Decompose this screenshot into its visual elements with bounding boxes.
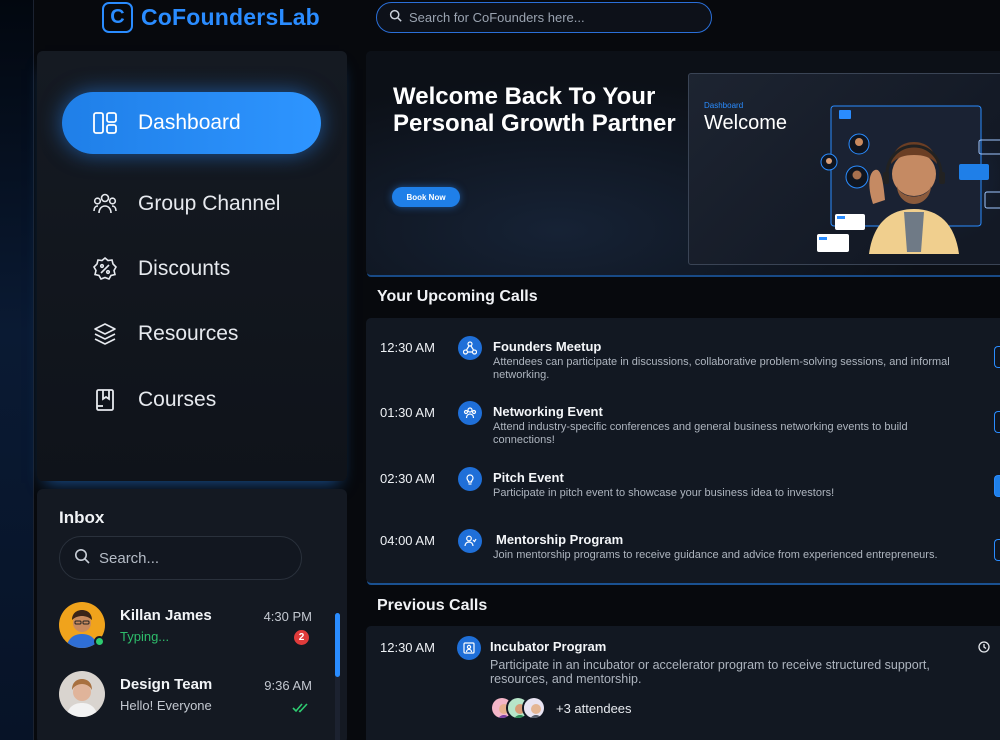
attendee-avatar: [522, 696, 546, 720]
sidebar-item-label: Group Channel: [138, 192, 281, 215]
avatar: [59, 671, 105, 717]
call-row[interactable]: 12:30 AM Founders Meetup Attendees can p…: [366, 336, 1000, 400]
hero-banner: Welcome Back To Your Personal Growth Par…: [366, 51, 1000, 275]
sidebar-item-label: Dashboard: [138, 111, 241, 134]
call-description: Attendees can participate in discussions…: [493, 356, 950, 381]
call-description: Participate in an incubator or accelerat…: [490, 658, 930, 686]
upcoming-calls-list: 12:30 AM Founders Meetup Attendees can p…: [366, 318, 1000, 583]
logo-text: CoFoundersLab: [141, 4, 320, 30]
call-time: 12:30 AM: [380, 340, 435, 355]
upcoming-calls-title: Your Upcoming Calls: [377, 288, 538, 305]
call-description: Attend industry-specific conferences and…: [493, 421, 908, 446]
unread-badge: 2: [294, 630, 309, 645]
group-icon: [458, 401, 482, 425]
inbox-title: Inbox: [59, 508, 105, 527]
call-action-tab[interactable]: [994, 411, 1000, 433]
message-preview: Hello! Everyone: [120, 698, 212, 713]
inbox-search[interactable]: [59, 536, 302, 580]
dashboard-icon: [92, 110, 118, 136]
logo-mark: C: [102, 2, 133, 33]
inbox-scrollbar[interactable]: [335, 613, 340, 740]
attendees[interactable]: +3 attendees: [490, 696, 632, 720]
group-icon: [92, 191, 118, 217]
hero-card-title: Welcome: [704, 112, 787, 134]
call-time: 02:30 AM: [380, 471, 435, 486]
sidebar-item-label: Resources: [138, 322, 239, 345]
scrollbar-thumb[interactable]: [335, 613, 340, 677]
search-icon: [389, 9, 402, 27]
lightbulb-icon: [458, 467, 482, 491]
call-description: Join mentorship programs to receive guid…: [493, 549, 938, 561]
discount-icon: [92, 256, 118, 282]
call-action-tab[interactable]: [994, 346, 1000, 368]
message-time: 9:36 AM: [264, 678, 312, 693]
book-icon: [92, 387, 118, 413]
sidebar-item-courses[interactable]: Courses: [62, 369, 321, 431]
call-time: 12:30 AM: [380, 640, 435, 655]
sidebar-item-discounts[interactable]: Discounts: [62, 238, 321, 300]
search-icon: [74, 548, 90, 569]
attendee-count: +3 attendees: [556, 700, 632, 716]
layers-icon: [92, 321, 118, 347]
message-preview: Typing...: [120, 629, 170, 644]
hero-preview-card: Dashboard Welcome: [688, 73, 1000, 265]
call-title: Networking Event: [493, 404, 603, 419]
message-time: 4:30 PM: [263, 609, 312, 624]
previous-calls-title: Previous Calls: [377, 597, 488, 614]
sidebar-item-dashboard[interactable]: Dashboard: [62, 92, 321, 154]
call-time: 04:00 AM: [380, 533, 435, 548]
call-time: 01:30 AM: [380, 405, 435, 420]
call-row[interactable]: 04:00 AM Mentorship Program Join mentors…: [366, 529, 1000, 593]
book-now-button[interactable]: Book Now: [392, 187, 460, 207]
sidebar-item-label: Discounts: [138, 257, 231, 280]
hero-title: Welcome Back To Your Personal Growth Par…: [393, 83, 676, 137]
global-search[interactable]: [376, 2, 712, 33]
call-title: Pitch Event: [493, 470, 564, 485]
call-description: Participate in pitch event to showcase y…: [493, 487, 835, 499]
message-sender: Design Team: [120, 676, 213, 693]
clock-icon: [978, 640, 990, 658]
call-title: Mentorship Program: [496, 532, 624, 547]
online-indicator: [94, 636, 105, 647]
call-action-tab[interactable]: [994, 539, 1000, 561]
call-row[interactable]: 02:30 AM Pitch Event Participate in pitc…: [366, 467, 1000, 531]
call-title: Founders Meetup: [493, 339, 602, 354]
message-sender: Killan James: [120, 607, 212, 624]
network-icon: [458, 336, 482, 360]
video-call-illustration: [817, 102, 1000, 254]
double-check-icon: [292, 700, 309, 718]
sidebar-item-resources[interactable]: Resources: [62, 303, 321, 365]
sidebar-item-group-channel[interactable]: Group Channel: [62, 173, 321, 235]
inbox-search-input[interactable]: [99, 549, 289, 567]
call-action-tab[interactable]: [994, 475, 1000, 497]
call-row[interactable]: 01:30 AM Networking Event Attend industr…: [366, 401, 1000, 465]
sidebar-nav: Dashboard Group Channel Discounts Resour…: [37, 51, 347, 481]
incubator-icon: [457, 636, 481, 660]
call-title: Incubator Program: [490, 639, 607, 654]
logo[interactable]: C CoFoundersLab: [102, 2, 320, 33]
inbox-message[interactable]: Killan James Typing... 4:30 PM 2: [59, 602, 315, 656]
sidebar-item-label: Courses: [138, 388, 217, 411]
mentor-icon: [458, 529, 482, 553]
global-search-input[interactable]: [409, 10, 699, 25]
inbox-panel: Inbox Killan James Typing... 4:30 PM 2 D…: [37, 489, 347, 740]
window-edge: [0, 0, 34, 740]
previous-calls-list: 12:30 AM Incubator Program Participate i…: [366, 626, 1000, 740]
inbox-message[interactable]: Design Team Hello! Everyone 9:36 AM: [59, 671, 315, 725]
hero-card-label: Dashboard: [704, 101, 744, 110]
